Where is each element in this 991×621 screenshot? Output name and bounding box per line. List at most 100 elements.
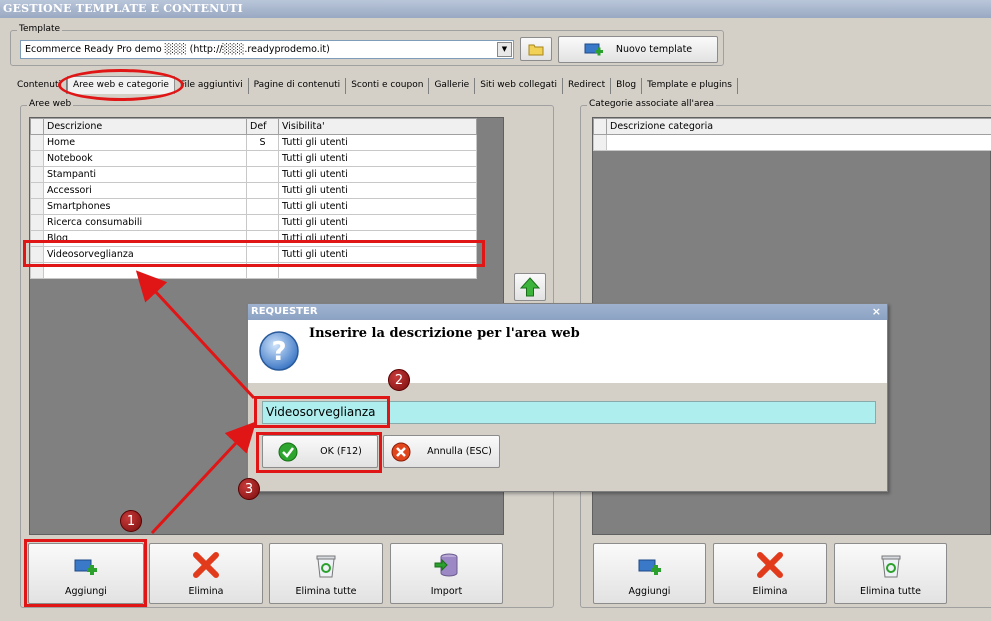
- arrow-up-icon: [520, 277, 540, 297]
- move-up-button[interactable]: [514, 273, 546, 301]
- categorie-table: Descrizione categoria: [593, 118, 991, 151]
- categorie-elimina-tutte-button[interactable]: Elimina tutte: [834, 543, 947, 604]
- table-row[interactable]: Blog Tutti gli utenti: [30, 230, 477, 247]
- tab-aree-web[interactable]: Aree web e categorie: [67, 76, 175, 94]
- elimina-button[interactable]: Elimina: [149, 543, 263, 604]
- cell-visibilita[interactable]: Tutti gli utenti: [278, 198, 477, 215]
- table-row[interactable]: Home S Tutti gli utenti: [30, 134, 477, 151]
- table-row[interactable]: Notebook Tutti gli utenti: [30, 150, 477, 167]
- tab-gallerie[interactable]: Gallerie: [429, 78, 476, 94]
- cell-visibilita[interactable]: Tutti gli utenti: [278, 230, 477, 247]
- add-monitor-icon: [74, 559, 97, 575]
- col-descrizione-categoria[interactable]: Descrizione categoria: [606, 118, 991, 135]
- cell-visibilita[interactable]: Tutti gli utenti: [278, 246, 477, 263]
- recycle-bin-icon: [881, 555, 900, 578]
- database-import-icon: [434, 553, 457, 577]
- table-header: Descrizione Def Visibilita': [30, 118, 477, 135]
- template-legend: Template: [17, 24, 63, 34]
- cell-descrizione[interactable]: Smartphones: [43, 198, 247, 215]
- cell-descrizione[interactable]: Stampanti: [43, 166, 247, 183]
- cell-def[interactable]: [246, 182, 279, 199]
- cell-visibilita[interactable]: Tutti gli utenti: [278, 214, 477, 231]
- col-visibilita[interactable]: Visibilita': [278, 118, 477, 135]
- cell-visibilita[interactable]: Tutti gli utenti: [278, 134, 477, 151]
- table-row-empty[interactable]: [593, 134, 991, 151]
- cell-def[interactable]: [246, 166, 279, 183]
- cell-visibilita[interactable]: Tutti gli utenti: [278, 150, 477, 167]
- categorie-legend: Categorie associate all'area: [587, 99, 717, 109]
- template-select-value: Ecommerce Ready Pro demo ░░░ (http://░░░…: [25, 44, 330, 55]
- table-row[interactable]: Stampanti Tutti gli utenti: [30, 166, 477, 183]
- dialog-title: REQUESTER: [251, 306, 318, 317]
- ok-label: OK (F12): [320, 446, 362, 457]
- aggiungi-label: Aggiungi: [65, 586, 107, 597]
- row-indicator: [30, 118, 44, 135]
- categorie-elimina-label: Elimina: [752, 586, 788, 597]
- dialog-titlebar: REQUESTER ×: [248, 304, 887, 320]
- tab-redirect[interactable]: Redirect: [563, 78, 612, 94]
- requester-dialog: REQUESTER × ? Inserire la descrizione pe…: [247, 303, 888, 492]
- table-row[interactable]: Ricerca consumabili Tutti gli utenti: [30, 214, 477, 231]
- elimina-tutte-label: Elimina tutte: [295, 586, 357, 597]
- table-row-new[interactable]: Videosorveglianza Tutti gli utenti: [30, 246, 477, 263]
- table-header: Descrizione categoria: [593, 118, 991, 135]
- tab-file-aggiuntivi[interactable]: File aggiuntivi: [175, 78, 249, 94]
- cell-descrizione[interactable]: Notebook: [43, 150, 247, 167]
- nuovo-template-button[interactable]: Nuovo template: [558, 36, 718, 63]
- add-monitor-icon: [638, 559, 661, 575]
- cancel-icon: [391, 442, 411, 461]
- annulla-label: Annulla (ESC): [427, 446, 492, 457]
- cell-descrizione[interactable]: Accessori: [43, 182, 247, 199]
- tab-blog[interactable]: Blog: [611, 78, 643, 94]
- cell-def[interactable]: [246, 150, 279, 167]
- categorie-aggiungi-button[interactable]: Aggiungi: [593, 543, 706, 604]
- nuovo-template-label: Nuovo template: [615, 44, 693, 55]
- tab-contenuti[interactable]: Contenuti: [12, 78, 67, 94]
- cell-descrizione[interactable]: Videosorveglianza: [43, 246, 247, 263]
- elimina-tutte-button[interactable]: Elimina tutte: [269, 543, 383, 604]
- tab-bar: Contenuti Aree web e categorie File aggi…: [12, 76, 738, 94]
- table-row-empty[interactable]: [30, 262, 477, 279]
- categorie-aggiungi-label: Aggiungi: [628, 586, 671, 597]
- add-monitor-icon: [584, 43, 603, 55]
- cell-def[interactable]: [246, 198, 279, 215]
- cell-visibilita[interactable]: Tutti gli utenti: [278, 182, 477, 199]
- cell-visibilita[interactable]: Tutti gli utenti: [278, 166, 477, 183]
- template-select[interactable]: Ecommerce Ready Pro demo ░░░ (http://░░░…: [20, 40, 514, 59]
- chevron-down-icon[interactable]: ▼: [497, 42, 512, 57]
- dialog-message-area: ? Inserire la descrizione per l'area web: [248, 320, 887, 383]
- categorie-elimina-button[interactable]: Elimina: [713, 543, 827, 604]
- dialog-message: Inserire la descrizione per l'area web: [309, 326, 580, 341]
- window-title: GESTIONE TEMPLATE E CONTENUTI: [0, 0, 991, 18]
- tab-pagine-contenuti[interactable]: Pagine di contenuti: [249, 78, 347, 94]
- cell-descrizione[interactable]: Ricerca consumabili: [43, 214, 247, 231]
- cell-def[interactable]: [246, 230, 279, 247]
- cell-def[interactable]: [246, 246, 279, 263]
- cell-def[interactable]: S: [246, 134, 279, 151]
- table-row[interactable]: Smartphones Tutti gli utenti: [30, 198, 477, 215]
- elimina-label: Elimina: [188, 586, 224, 597]
- annulla-button[interactable]: Annulla (ESC): [383, 435, 500, 468]
- descrizione-input[interactable]: Videosorveglianza: [262, 401, 876, 424]
- tab-sconti-coupon[interactable]: Sconti e coupon: [346, 78, 430, 94]
- aggiungi-button[interactable]: Aggiungi: [28, 543, 144, 604]
- col-def[interactable]: Def: [246, 118, 279, 135]
- col-descrizione[interactable]: Descrizione: [43, 118, 247, 135]
- cell-descrizione[interactable]: Blog: [43, 230, 247, 247]
- close-icon[interactable]: ×: [872, 304, 881, 320]
- open-folder-button[interactable]: [520, 37, 552, 61]
- svg-text:?: ?: [271, 337, 286, 367]
- checkmark-icon: [278, 442, 298, 461]
- tab-template-plugins[interactable]: Template e plugins: [642, 78, 738, 94]
- ok-button[interactable]: OK (F12): [262, 435, 378, 468]
- aree-web-legend: Aree web: [27, 99, 74, 109]
- folder-icon: [528, 44, 544, 55]
- tab-siti-web-collegati[interactable]: Siti web collegati: [475, 78, 564, 94]
- step-2-badge: 2: [388, 369, 410, 391]
- import-button[interactable]: Import: [390, 543, 503, 604]
- cell-descrizione[interactable]: Home: [43, 134, 247, 151]
- table-row[interactable]: Accessori Tutti gli utenti: [30, 182, 477, 199]
- question-icon: ?: [259, 331, 299, 371]
- import-label: Import: [430, 586, 463, 597]
- cell-def[interactable]: [246, 214, 279, 231]
